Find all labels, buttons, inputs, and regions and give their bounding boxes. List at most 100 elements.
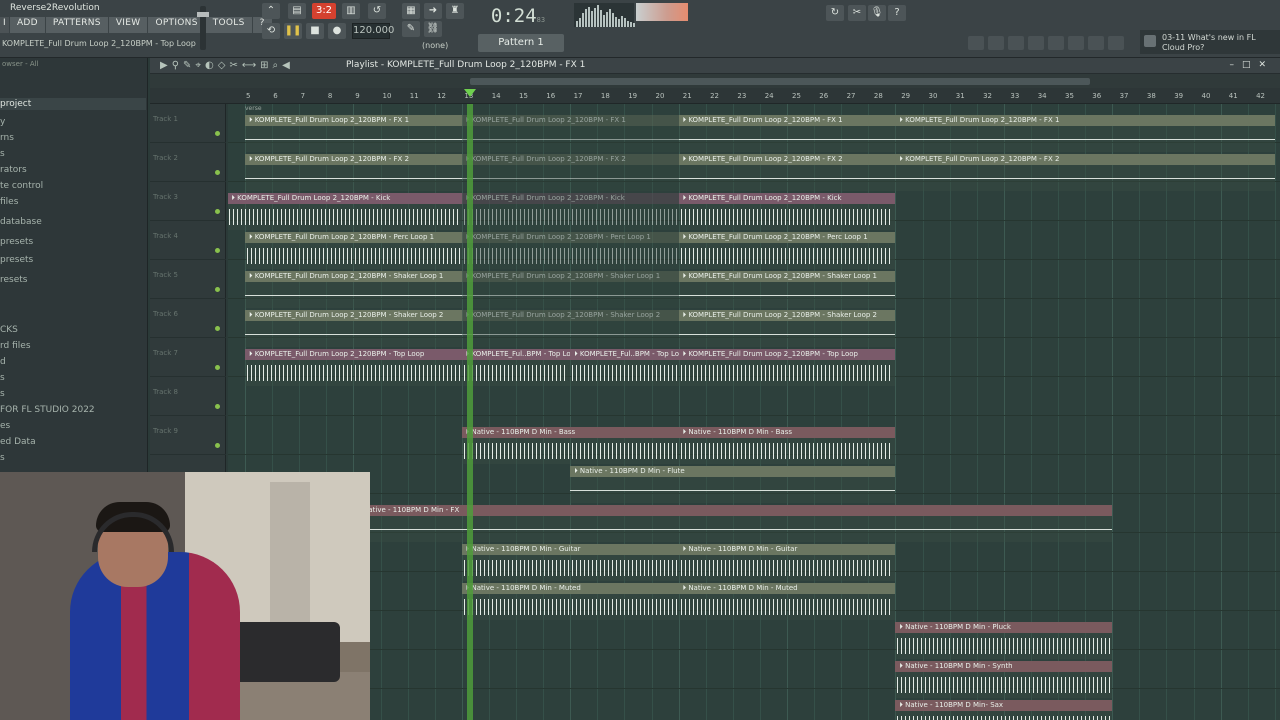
audio-clip[interactable]: ⏵ KOMPLETE_Full Drum Loop 2_120BPM - Top… (678, 349, 896, 386)
browser-item[interactable]: te control (0, 180, 43, 192)
audio-clip[interactable]: ⏵ KOMPLETE_Full Drum Loop 2_120BPM - Sha… (461, 271, 679, 308)
browser-item[interactable]: s (0, 388, 5, 400)
browser-item[interactable]: s (0, 148, 5, 160)
audio-clip[interactable]: ⏵ KOMPLETE_Full Drum Loop 2_120BPM - Top… (245, 349, 462, 386)
audio-clip[interactable]: ⏵ KOMPLETE_Full Drum Loop 2_120BPM - FX … (245, 115, 462, 152)
cut-icon[interactable]: ✂ (848, 5, 866, 21)
browser-item[interactable]: presets (0, 236, 33, 248)
audio-clip[interactable]: ⏵ KOMPLETE_Full Drum Loop 2_120BPM - FX … (461, 154, 679, 191)
mixer-icon[interactable] (988, 36, 1004, 50)
track-led-icon[interactable] (215, 326, 220, 331)
audio-clip[interactable]: ⏵ Native - 110BPM D Min - Guitar (461, 544, 679, 581)
menu-item-add[interactable]: ADD (9, 17, 46, 33)
track-led-icon[interactable] (215, 365, 220, 370)
track-led-icon[interactable] (215, 248, 220, 253)
audio-clip[interactable]: ⏵ KOMPLETE_Full Drum Loop 2_120BPM - Sha… (678, 271, 896, 308)
track-led-icon[interactable] (215, 209, 220, 214)
audio-clip[interactable]: ⏵ Native - 110BPM D Min - Guitar (678, 544, 896, 581)
loop-record-icon[interactable]: ⟲ (262, 23, 280, 39)
track-led-icon[interactable] (215, 287, 220, 292)
song-time-display[interactable]: 0:2483 (470, 3, 566, 29)
browser-icon[interactable] (1068, 36, 1084, 50)
menu-item-view[interactable]: VIEW (108, 17, 149, 33)
browser-header[interactable]: owser - All (0, 58, 147, 72)
piano-roll-view-icon[interactable] (1028, 36, 1044, 50)
track-led-icon[interactable] (215, 443, 220, 448)
browser-item[interactable]: s (0, 372, 5, 384)
audio-clip[interactable]: ⏵ Native - 110BPM D Min - Flute (570, 466, 896, 503)
track-led-icon[interactable] (215, 131, 220, 136)
stop-button[interactable]: ■ (306, 23, 324, 39)
browser-item[interactable]: rns (0, 132, 14, 144)
track-header[interactable]: Track 8 (150, 377, 226, 416)
browser-item[interactable]: d (0, 356, 6, 368)
audio-clip[interactable]: ⏵ KOMPLETE_Ful..BPM - Top Loop (570, 349, 679, 386)
browser-item[interactable]: ed Data (0, 436, 36, 448)
arrow-right-icon[interactable]: ➜ (424, 3, 442, 19)
track-led-icon[interactable] (215, 170, 220, 175)
track-header[interactable]: Track 6 (150, 299, 226, 338)
audio-clip[interactable]: ⏵ KOMPLETE_Full Drum Loop 2_120BPM - Per… (245, 232, 462, 269)
browser-item[interactable]: s (0, 452, 5, 464)
undo-icon[interactable]: ↻ (826, 5, 844, 21)
link-icon[interactable]: ⛓ (424, 21, 442, 37)
audio-clip[interactable]: ⏵ KOMPLETE_Full Drum Loop 2_120BPM - Sha… (678, 310, 896, 347)
audio-clip[interactable]: ⏵ KOMPLETE_Full Drum Loop 2_120BPM - FX … (245, 154, 462, 191)
scrollbar-thumb[interactable] (470, 78, 1090, 85)
track-header[interactable]: Track 1 (150, 104, 226, 143)
browser-item[interactable]: files (0, 196, 18, 208)
brush-icon[interactable] (1108, 36, 1124, 50)
audio-clip[interactable]: ⏵ Native - 110BPM D Min - Pluck (895, 622, 1113, 659)
audio-clip[interactable]: ⏵ KOMPLETE_Full Drum Loop 2_120BPM - Kic… (678, 193, 896, 230)
audio-clip[interactable]: ⏵ KOMPLETE_Full Drum Loop 2_120BPM - Per… (461, 232, 679, 269)
playhead-marker-icon[interactable] (464, 89, 476, 97)
playlist-tools[interactable]: ▶⚲✎⌖◐◇✂⟷⊞⌕◀ (160, 60, 294, 71)
track-header[interactable]: Track 9 (150, 416, 226, 455)
browser-item[interactable]: resets (0, 274, 27, 286)
menu-item-tools[interactable]: TOOLS (205, 17, 253, 33)
piano-roll-icon[interactable]: ▦ (402, 3, 420, 19)
pattern-selector[interactable]: Pattern 1 (478, 34, 564, 52)
track-header[interactable]: Track 7 (150, 338, 226, 377)
audio-clip[interactable]: ⏵ Native - 110BPM D Min - Muted (461, 583, 679, 620)
help-icon[interactable]: ? (888, 5, 906, 21)
browser-item[interactable]: database (0, 216, 42, 228)
microphone-icon[interactable]: 🎙 (868, 5, 886, 21)
menu-item-file[interactable]: I (0, 17, 10, 33)
pencil-icon[interactable]: ✎ (402, 21, 420, 37)
audio-clip[interactable]: ⏵ Native - 110BPM D Min- Sax (895, 700, 1113, 720)
audio-clip[interactable]: ⏵ Native - 110BPM D Min - Bass (461, 427, 679, 464)
tempo-display[interactable]: 120.000 (352, 23, 394, 39)
browser-item[interactable]: rd files (0, 340, 31, 352)
pattern-song-toggle[interactable]: 3:2 (312, 3, 336, 19)
playlist-overview-scrollbar[interactable] (150, 74, 1280, 88)
audio-clip[interactable]: ⏵ KOMPLETE_Ful..BPM - Top Loop (461, 349, 571, 386)
menu-item-options[interactable]: OPTIONS (148, 17, 206, 33)
faders-icon[interactable] (1048, 36, 1064, 50)
step-edit-icon[interactable]: ▥ (342, 3, 360, 19)
browser-item[interactable]: presets (0, 254, 33, 266)
slider-handle[interactable] (197, 12, 209, 17)
playhead[interactable] (467, 104, 473, 720)
track-header[interactable]: Track 2 (150, 143, 226, 182)
audio-clip[interactable]: ⏵ KOMPLETE_Full Drum Loop 2_120BPM - Kic… (228, 193, 462, 230)
audio-clip[interactable]: ⏵ KOMPLETE_Full Drum Loop 2_120BPM - FX … (461, 115, 679, 152)
browser-item[interactable]: y (0, 116, 5, 128)
track-header[interactable]: Track 3 (150, 182, 226, 221)
stamp-icon[interactable]: ♜ (446, 3, 464, 19)
metronome-icon[interactable]: ⌃ (262, 3, 280, 19)
snap-selector[interactable]: (none) (422, 41, 448, 50)
audio-clip[interactable]: ⏵ Native - 110BPM D Min - Synth (895, 661, 1113, 698)
audio-clip[interactable]: ⏵ KOMPLETE_Full Drum Loop 2_120BPM - FX … (895, 115, 1275, 152)
playlist-icon[interactable] (968, 36, 984, 50)
audio-clip[interactable]: ⏵ Native - 110BPM D Min - Muted (678, 583, 896, 620)
audio-clip[interactable]: ⏵ KOMPLETE_Full Drum Loop 2_120BPM - FX … (678, 115, 896, 152)
browser-item[interactable]: es (0, 420, 10, 432)
audio-clip[interactable]: ⏵ KOMPLETE_Full Drum Loop 2_120BPM - Kic… (461, 193, 679, 230)
master-volume-slider[interactable] (197, 6, 209, 50)
track-led-icon[interactable] (215, 404, 220, 409)
typing-keyboard-icon[interactable]: ▤ (288, 3, 306, 19)
audio-clip[interactable]: ⏵ KOMPLETE_Full Drum Loop 2_120BPM - Sha… (461, 310, 679, 347)
record-button[interactable]: ● (328, 23, 346, 39)
window-controls[interactable]: –□✕ (1229, 60, 1274, 70)
